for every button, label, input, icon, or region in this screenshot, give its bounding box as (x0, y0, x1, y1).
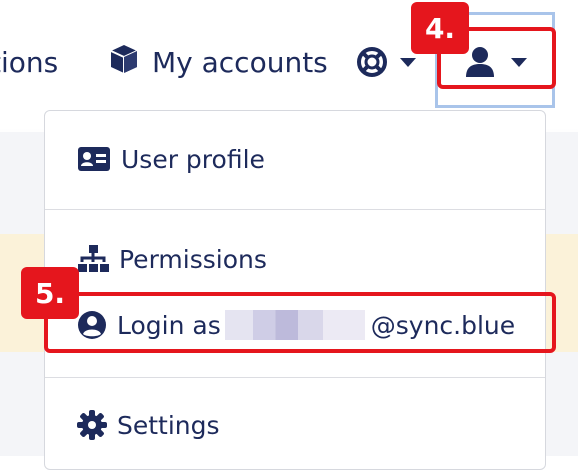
nav-help-menu[interactable] (356, 42, 416, 82)
id-card-icon (77, 145, 111, 173)
life-ring-icon (356, 46, 388, 78)
menu-item-permissions[interactable]: Permissions (77, 239, 267, 279)
menu-item-label: Settings (117, 410, 220, 440)
step-badge: 4. (411, 2, 469, 54)
highlight-login-as (44, 292, 556, 353)
nav-operations-label: tions (0, 45, 59, 79)
step-badge: 5. (21, 267, 79, 319)
nav-my-accounts[interactable]: My accounts (108, 42, 328, 82)
menu-divider (45, 377, 545, 378)
user-dropdown-menu: User profile Permissions Login as @sync.… (44, 110, 546, 470)
menu-item-settings[interactable]: Settings (77, 405, 220, 445)
menu-divider (45, 209, 545, 210)
nav-my-accounts-label: My accounts (152, 45, 328, 79)
menu-item-label: User profile (121, 144, 265, 174)
chevron-down-icon (400, 57, 416, 67)
sitemap-icon (77, 244, 109, 274)
menu-item-user-profile[interactable]: User profile (77, 139, 265, 179)
gear-icon (77, 410, 107, 440)
cube-icon (108, 43, 140, 82)
menu-item-label: Permissions (119, 244, 267, 274)
nav-operations[interactable]: tions (0, 42, 58, 82)
